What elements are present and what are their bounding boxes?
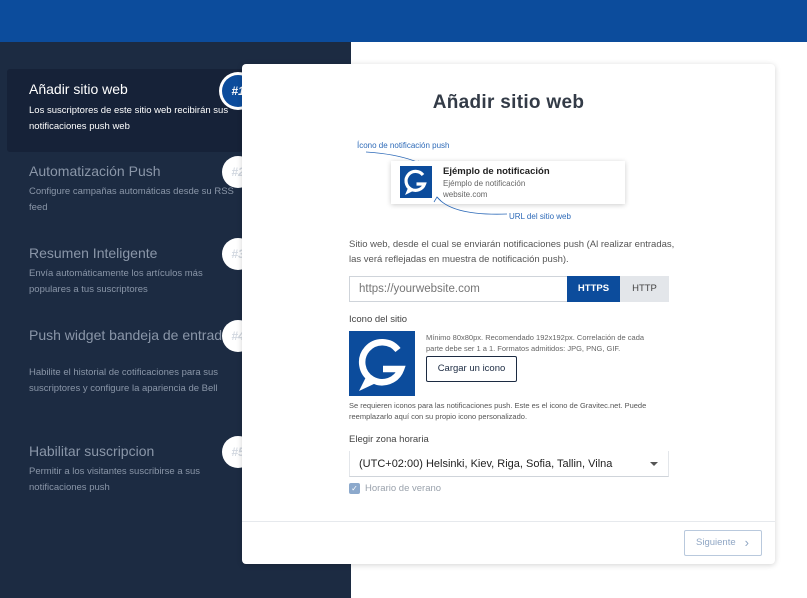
step-description: Envía automáticamente los artículos más …	[29, 268, 203, 295]
next-label: Siguiente	[696, 537, 736, 548]
card-footer-divider	[242, 521, 775, 522]
step-add-website[interactable]: Añadir sitio web Los suscriptores de est…	[7, 69, 243, 152]
step-title: Resumen Inteligente	[29, 245, 158, 261]
step-description: Permitir a los visitantes suscribirse a …	[29, 466, 201, 493]
step-enable-subscription[interactable]: Habilitar suscripcion Permitir a los vis…	[7, 431, 243, 501]
step-description: Habilite el historial de cotificaciones …	[29, 367, 219, 394]
http-toggle-button[interactable]: HTTP	[620, 276, 669, 302]
step-description: Los suscriptores de este sitio web recib…	[29, 105, 229, 132]
timezone-value: (UTC+02:00) Helsinki, Kiev, Riga, Sofia,…	[359, 458, 613, 470]
preview-title: Ejémplo de notificación	[443, 166, 550, 177]
icon-note-text: Se requieren iconos para las notificacio…	[349, 401, 647, 421]
next-button[interactable]: Siguiente ›	[684, 530, 762, 556]
dst-checkbox[interactable]: ✓	[349, 483, 360, 494]
check-icon: ✓	[351, 484, 358, 493]
step-inbox-widget[interactable]: Push widget bandeja de entrada Habilite …	[7, 315, 243, 415]
gravitec-logo-icon	[349, 331, 415, 396]
step-title: Automatización Push	[29, 163, 161, 179]
timezone-select[interactable]: (UTC+02:00) Helsinki, Kiev, Riga, Sofia,…	[349, 451, 669, 477]
icon-requirements-text: Mínimo 80x80px. Recomendado 192x192px. C…	[426, 333, 645, 353]
step-push-automation[interactable]: Automatización Push Configure campañas a…	[7, 151, 243, 221]
add-website-card: Añadir sitio web Ícono de notificación p…	[242, 64, 775, 564]
dst-label: Horario de verano	[365, 483, 442, 494]
timezone-label: Elegir zona horaria	[349, 434, 429, 445]
icon-annotation-label: Ícono de notificación push	[357, 141, 450, 150]
chevron-right-icon: ›	[744, 535, 749, 550]
https-toggle-button[interactable]: HTTPS	[567, 276, 620, 302]
gravitec-logo-icon	[400, 166, 432, 198]
url-annotation-label: URL del sitio web	[509, 212, 571, 221]
site-icon-label: Icono del sitio	[349, 314, 408, 325]
website-url-input[interactable]	[349, 276, 567, 302]
step-title: Habilitar suscripcion	[29, 443, 155, 459]
step-title: Añadir sitio web	[29, 81, 128, 97]
card-title: Añadir sitio web	[432, 92, 585, 113]
upload-icon-button[interactable]: Cargar un icono	[426, 356, 517, 382]
step-smart-digest[interactable]: Resumen Inteligente Envía automáticament…	[7, 233, 243, 303]
step-title: Push widget bandeja de entrada	[29, 327, 230, 343]
intro-text: Sitio web, desde el cual se enviarán not…	[349, 239, 675, 265]
preview-body: Ejémplo de notificación	[443, 179, 526, 188]
top-bar	[0, 0, 807, 42]
step-description: Configure campañas automáticas desde su …	[29, 186, 234, 213]
chevron-down-icon	[650, 462, 658, 466]
